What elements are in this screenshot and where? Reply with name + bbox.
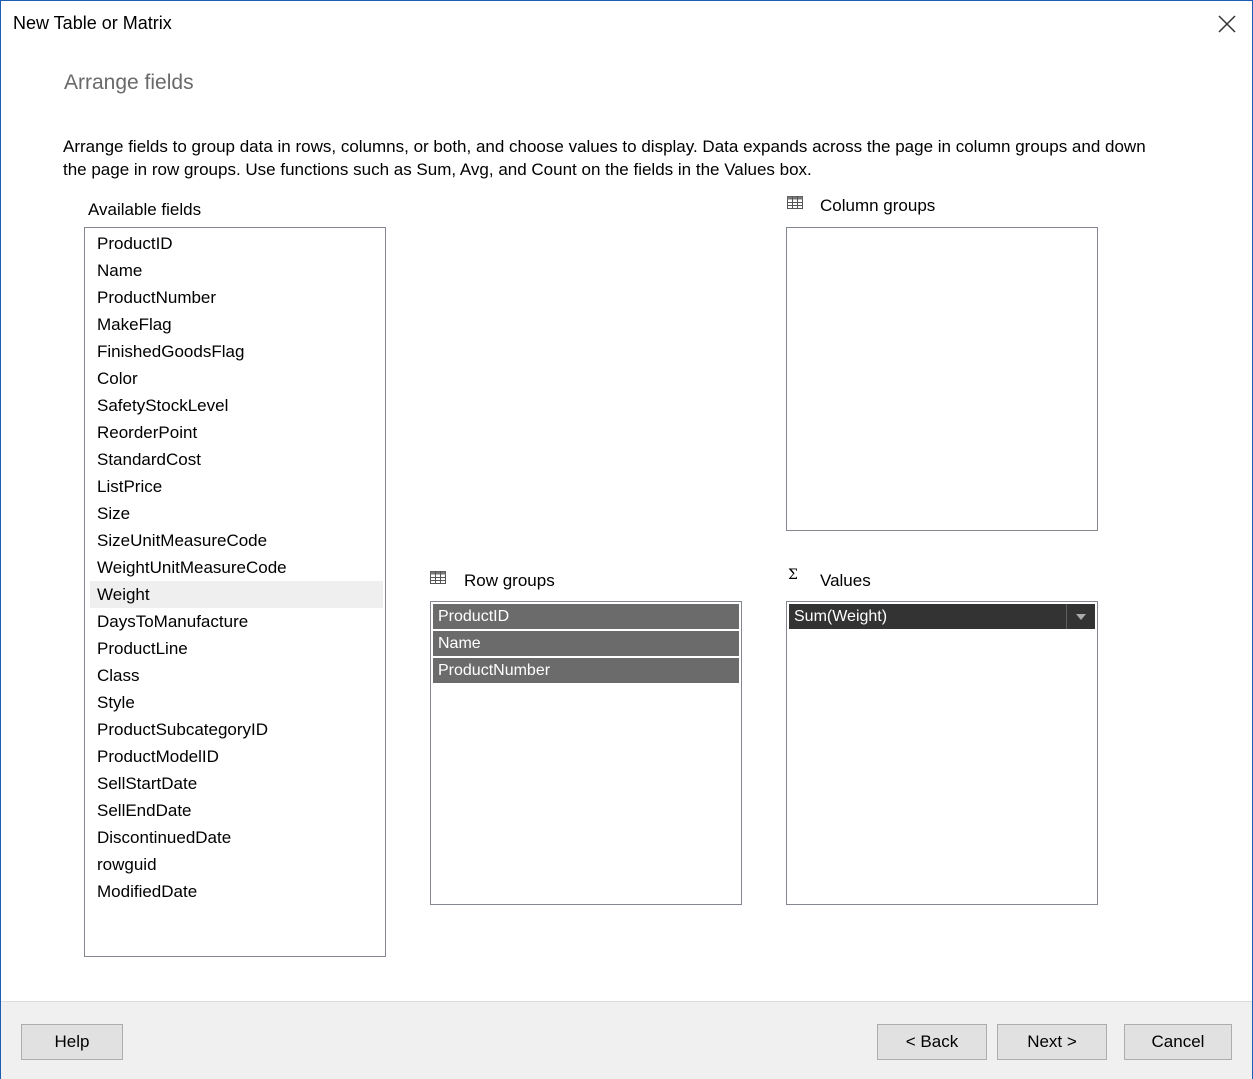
available-field-item[interactable]: ProductID bbox=[90, 230, 383, 257]
table-grid-icon bbox=[787, 196, 803, 214]
back-button[interactable]: < Back bbox=[877, 1024, 987, 1060]
help-button[interactable]: Help bbox=[21, 1024, 123, 1060]
available-field-item[interactable]: ProductNumber bbox=[90, 284, 383, 311]
page-heading: Arrange fields bbox=[64, 71, 194, 94]
available-field-item[interactable]: StandardCost bbox=[90, 446, 383, 473]
available-field-item[interactable]: ModifiedDate bbox=[90, 878, 383, 905]
row-groups-label: Row groups bbox=[464, 571, 555, 590]
column-groups-label: Column groups bbox=[820, 196, 936, 215]
available-field-item[interactable]: ReorderPoint bbox=[90, 419, 383, 446]
sigma-icon: Σ bbox=[788, 567, 798, 583]
chevron-down-icon[interactable] bbox=[1066, 604, 1095, 629]
available-field-item[interactable]: ProductSubcategoryID bbox=[90, 716, 383, 743]
available-field-item[interactable]: DiscontinuedDate bbox=[90, 824, 383, 851]
available-field-item[interactable]: Style bbox=[90, 689, 383, 716]
available-field-item[interactable]: MakeFlag bbox=[90, 311, 383, 338]
available-field-item[interactable]: WeightUnitMeasureCode bbox=[90, 554, 383, 581]
values-list[interactable]: Sum(Weight) bbox=[786, 601, 1098, 905]
next-button[interactable]: Next > bbox=[997, 1024, 1107, 1060]
available-fields-list[interactable]: ProductID Name ProductNumber MakeFlag Finish… bbox=[84, 227, 386, 957]
value-item-label: Sum(Weight) bbox=[794, 608, 888, 625]
table-grid-icon bbox=[430, 571, 446, 589]
dialog-window: New Table or Matrix Arrange fields Arran… bbox=[0, 0, 1253, 1079]
available-field-item[interactable]: ListPrice bbox=[90, 473, 383, 500]
close-icon[interactable] bbox=[1213, 11, 1241, 37]
available-field-item[interactable]: FinishedGoodsFlag bbox=[90, 338, 383, 365]
value-item[interactable]: Sum(Weight) bbox=[789, 604, 1095, 629]
available-field-item[interactable]: DaysToManufacture bbox=[90, 608, 383, 635]
page-description: Arrange fields to group data in rows, co… bbox=[63, 137, 1146, 179]
cancel-button[interactable]: Cancel bbox=[1124, 1024, 1232, 1060]
available-field-item[interactable]: SizeUnitMeasureCode bbox=[90, 527, 383, 554]
available-field-item[interactable]: Size bbox=[90, 500, 383, 527]
available-field-item[interactable]: ProductLine bbox=[90, 635, 383, 662]
available-field-item[interactable]: SafetyStockLevel bbox=[90, 392, 383, 419]
dialog-footer: Help < Back Next > Cancel bbox=[1, 1001, 1252, 1079]
available-field-item[interactable]: SellEndDate bbox=[90, 797, 383, 824]
column-groups-list[interactable] bbox=[786, 227, 1098, 531]
dialog-title: New Table or Matrix bbox=[13, 13, 172, 33]
available-fields-label: Available fields bbox=[88, 200, 202, 219]
available-field-item[interactable]: ProductModelID bbox=[90, 743, 383, 770]
row-group-item[interactable]: ProductID bbox=[433, 604, 739, 629]
available-field-item[interactable]: SellStartDate bbox=[90, 770, 383, 797]
row-group-item[interactable]: Name bbox=[433, 631, 739, 656]
available-field-item[interactable]: Class bbox=[90, 662, 383, 689]
available-field-item[interactable]: Weight bbox=[90, 581, 383, 608]
row-group-item[interactable]: ProductNumber bbox=[433, 658, 739, 683]
available-field-item[interactable]: Color bbox=[90, 365, 383, 392]
values-label: Values bbox=[820, 571, 871, 590]
available-field-item[interactable]: rowguid bbox=[90, 851, 383, 878]
available-field-item[interactable]: Name bbox=[90, 257, 383, 284]
row-groups-list[interactable]: ProductID Name ProductNumber bbox=[430, 601, 742, 905]
